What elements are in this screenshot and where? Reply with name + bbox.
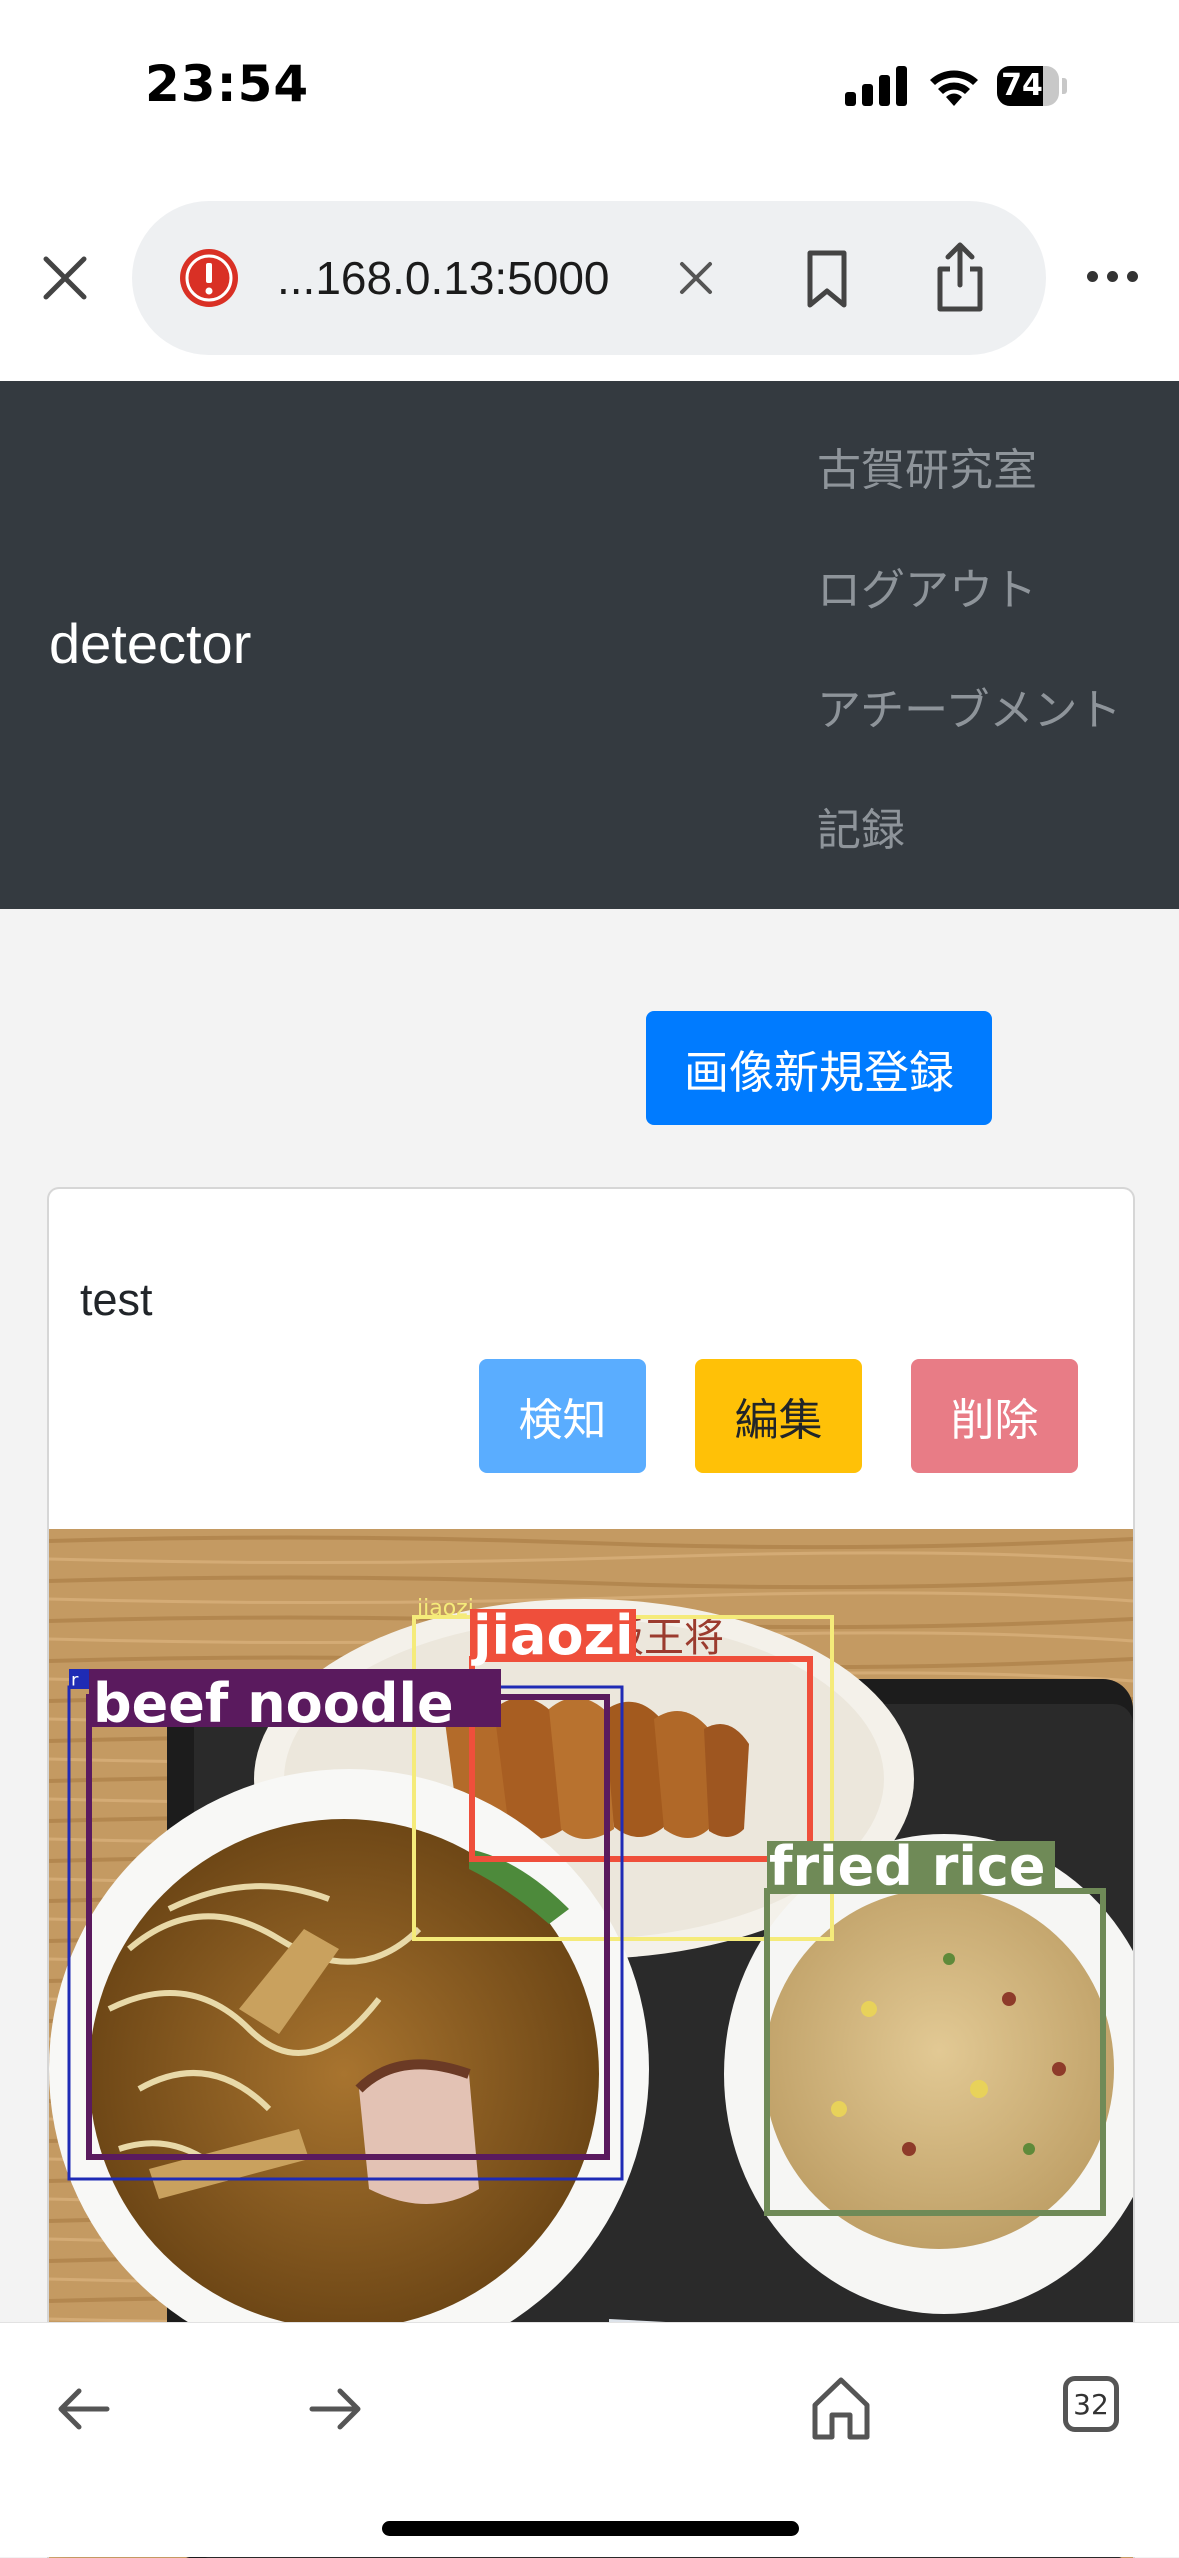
site-navbar: detector 古賀研究室 ログアウト アチーブメント 記録: [0, 381, 1179, 909]
delete-button[interactable]: 削除: [911, 1359, 1078, 1473]
address-bar[interactable]: ...168.0.13:5000: [132, 201, 1046, 355]
back-arrow-icon[interactable]: [55, 2385, 111, 2433]
browser-bottom-toolbar: 32: [0, 2322, 1179, 2557]
status-time: 23:54: [145, 55, 310, 113]
wifi-icon: [930, 70, 978, 106]
detection-label-beef-noodle: beef noodle: [93, 1672, 454, 1735]
home-icon[interactable]: [810, 2375, 872, 2441]
tabs-icon[interactable]: 32: [1063, 2376, 1119, 2432]
detection-label-fried-rice: fried rice: [769, 1835, 1046, 1898]
forward-arrow-icon[interactable]: [308, 2385, 364, 2433]
home-indicator: [382, 2521, 799, 2536]
navbar-brand[interactable]: detector: [49, 611, 251, 676]
nav-item-logout[interactable]: ログアウト: [817, 554, 1037, 618]
detect-button[interactable]: 検知: [479, 1359, 646, 1473]
edit-button[interactable]: 編集: [695, 1359, 862, 1473]
bookmark-icon[interactable]: [804, 249, 850, 309]
card-title: test: [80, 1274, 153, 1325]
alert-icon[interactable]: [177, 246, 241, 310]
more-icon[interactable]: [1083, 267, 1143, 287]
browser-toolbar: ...168.0.13:5000: [0, 175, 1179, 381]
nav-item-lab[interactable]: 古賀研究室: [817, 434, 1037, 498]
cellular-signal-icon: [845, 64, 907, 106]
clear-icon[interactable]: [674, 256, 718, 300]
detection-label-jiaozi: jiaozi: [471, 1604, 634, 1667]
detection-label-jiaozi-small: jiaozi: [416, 1596, 474, 1621]
chashu: [359, 2064, 479, 2204]
battery-nub: [1062, 78, 1067, 94]
nav-item-records[interactable]: 記録: [817, 794, 905, 858]
nav-item-achievements[interactable]: アチーブメント: [817, 674, 1121, 738]
battery-percent: 74: [1001, 68, 1043, 103]
battery-icon: 74: [997, 66, 1059, 106]
close-icon[interactable]: [40, 253, 90, 303]
url-text[interactable]: ...168.0.13:5000: [277, 251, 610, 305]
status-bar: 23:54 74: [0, 0, 1179, 175]
new-image-button[interactable]: 画像新規登録: [646, 1011, 992, 1125]
share-icon[interactable]: [932, 241, 988, 313]
